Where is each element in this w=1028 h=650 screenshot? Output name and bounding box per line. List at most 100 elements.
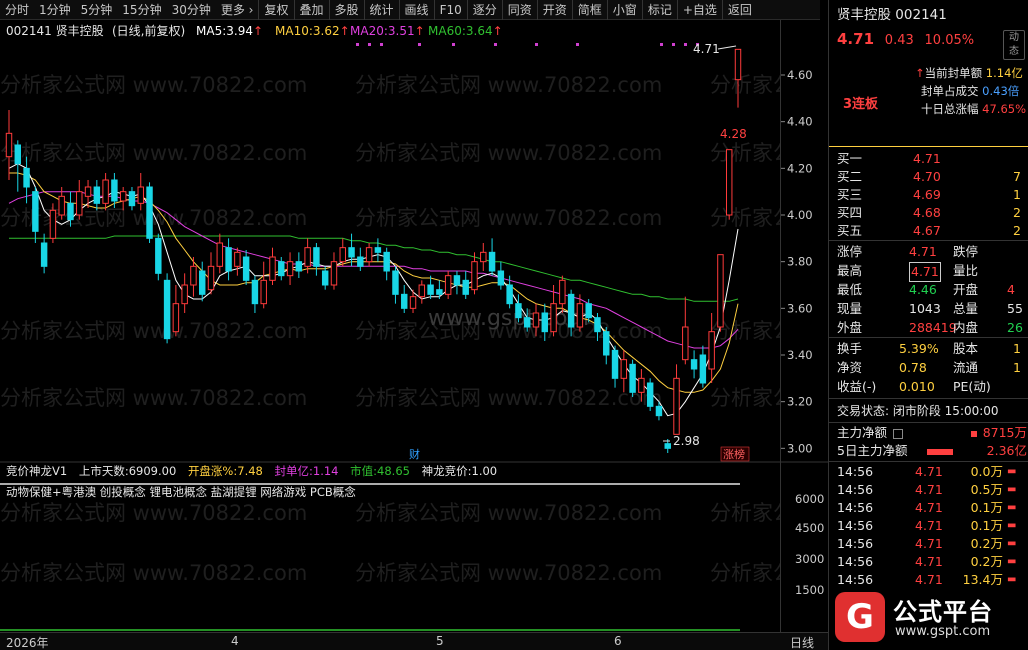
candle[interactable] <box>383 247 390 281</box>
candle[interactable] <box>251 275 259 313</box>
finance-marker[interactable]: 财 <box>409 447 420 461</box>
candle[interactable] <box>172 285 180 337</box>
candle[interactable] <box>225 238 232 281</box>
signal-dot <box>535 43 538 46</box>
candle[interactable] <box>102 173 109 211</box>
toolbar-item-0[interactable]: 分时 <box>0 0 34 20</box>
candle[interactable] <box>313 243 320 276</box>
candle[interactable] <box>488 238 496 276</box>
candle[interactable] <box>330 252 338 290</box>
toolbar-item-6[interactable]: 复权 <box>258 0 293 20</box>
candle[interactable] <box>515 294 522 323</box>
toolbar-item-17[interactable]: 标记 <box>641 0 677 20</box>
toolbar-item-14[interactable]: 开资 <box>536 0 572 20</box>
toolbar-item-18[interactable]: +自选 <box>676 0 722 20</box>
candle[interactable] <box>163 273 171 344</box>
candle[interactable] <box>611 345 619 388</box>
candle[interactable] <box>207 252 215 295</box>
calc-icon[interactable] <box>893 428 903 439</box>
candle[interactable] <box>137 173 144 211</box>
candle[interactable] <box>497 261 505 290</box>
toolbar-item-12[interactable]: 逐分 <box>466 0 502 20</box>
candle[interactable] <box>181 273 188 313</box>
signal-dot <box>494 43 497 46</box>
candle[interactable] <box>216 233 224 274</box>
date-label-may: 5 <box>436 634 444 648</box>
kline-chart[interactable]: 分析家公式网 www.70822.com 分析家公式网 www.70822.com… <box>0 20 1017 632</box>
watermark-text: 分析家公式网 www.70822.com <box>0 73 307 97</box>
logo-url: www.gspt.com <box>895 624 991 639</box>
period-label[interactable]: 日线 <box>790 634 814 650</box>
candle[interactable] <box>629 359 636 397</box>
stat-row: 外盘 288419 内盘 26 <box>837 320 1023 335</box>
candle[interactable] <box>32 187 39 243</box>
tick-row: 14:56 4.71 0.5万 ▬ <box>837 482 1017 497</box>
toolbar-item-15[interactable]: 简框 <box>571 0 607 20</box>
toolbar-item-3[interactable]: 15分钟 <box>117 0 166 20</box>
stat-row: 最高 4.71 量比 <box>829 262 1028 282</box>
candle[interactable] <box>471 252 478 295</box>
seal-amount-row: ↑当前封单额 1.14亿 <box>915 66 1023 80</box>
toolbar-item-5[interactable]: 更多 › <box>216 0 259 20</box>
candle[interactable] <box>304 238 311 274</box>
candle[interactable] <box>365 243 373 267</box>
candle[interactable] <box>673 364 680 435</box>
candle[interactable] <box>401 285 408 313</box>
toolbar-item-19[interactable]: 返回 <box>721 0 757 20</box>
toolbar-item-11[interactable]: F10 <box>433 0 467 20</box>
watermark-text: 分析家公式网 www.70822.com <box>710 73 780 97</box>
candle[interactable] <box>427 275 434 299</box>
toolbar-item-16[interactable]: 小窗 <box>606 0 642 20</box>
candle[interactable] <box>418 280 426 304</box>
toolbar-item-13[interactable]: 同资 <box>501 0 537 20</box>
candle[interactable] <box>374 238 382 262</box>
candle[interactable] <box>480 243 487 271</box>
ma10-label: MA10:3.62↑ <box>275 24 350 38</box>
side-tab[interactable]: 动态 <box>1003 30 1025 60</box>
candle[interactable] <box>146 182 153 243</box>
toolbar-item-7[interactable]: 叠加 <box>293 0 329 20</box>
candle[interactable] <box>321 266 329 290</box>
candle[interactable] <box>357 247 364 271</box>
candle[interactable] <box>76 180 83 220</box>
candle[interactable] <box>14 140 22 192</box>
candle[interactable] <box>717 254 724 332</box>
candle[interactable] <box>234 247 241 276</box>
candle[interactable] <box>734 48 742 108</box>
tick-row: 14:56 4.71 13.4万 ▬ <box>837 572 1017 587</box>
candle[interactable] <box>682 296 689 365</box>
candle[interactable] <box>453 271 461 295</box>
candle[interactable] <box>260 261 267 309</box>
candle[interactable] <box>392 266 399 304</box>
signal-dot <box>380 43 383 46</box>
candle[interactable] <box>725 149 733 220</box>
price-tick-label: 4.00 <box>787 208 813 222</box>
toolbar-item-8[interactable]: 多股 <box>328 0 364 20</box>
candle[interactable] <box>278 257 285 281</box>
candle[interactable] <box>199 261 206 302</box>
toolbar-item-4[interactable]: 30分钟 <box>167 0 216 20</box>
candle[interactable] <box>5 110 13 180</box>
candle[interactable] <box>242 250 250 285</box>
candle[interactable] <box>339 238 346 267</box>
candle[interactable] <box>40 233 48 274</box>
zhangbang-marker[interactable]: 涨榜 <box>723 447 745 461</box>
candle[interactable] <box>269 247 276 285</box>
stat-row: 最低 4.46 开盘 4 <box>837 282 1015 297</box>
candle[interactable] <box>646 378 654 411</box>
candle[interactable] <box>295 252 303 278</box>
kline-chart-area[interactable]: 分析家公式网 www.70822.com 分析家公式网 www.70822.com… <box>0 20 1017 632</box>
candle[interactable] <box>462 271 469 299</box>
toolbar-item-10[interactable]: 画线 <box>398 0 434 20</box>
toolbar-item-9[interactable]: 统计 <box>363 0 399 20</box>
candle[interactable] <box>444 271 452 299</box>
candle[interactable] <box>603 327 610 365</box>
candle[interactable] <box>699 345 707 388</box>
candle[interactable] <box>286 252 294 285</box>
toolbar-item-1[interactable]: 1分钟 <box>34 0 76 20</box>
candle[interactable] <box>84 180 92 208</box>
toolbar-item-2[interactable]: 5分钟 <box>76 0 118 20</box>
candle[interactable] <box>190 257 197 297</box>
candle[interactable] <box>155 233 162 281</box>
candle[interactable] <box>690 350 698 379</box>
